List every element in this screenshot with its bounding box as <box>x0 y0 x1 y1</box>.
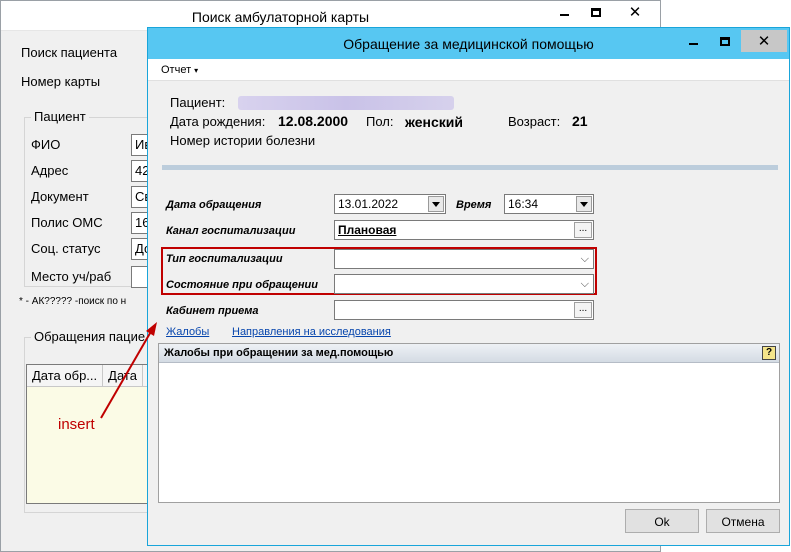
annotation-insert-label: insert <box>58 416 95 433</box>
annotation-arrow <box>100 322 157 419</box>
